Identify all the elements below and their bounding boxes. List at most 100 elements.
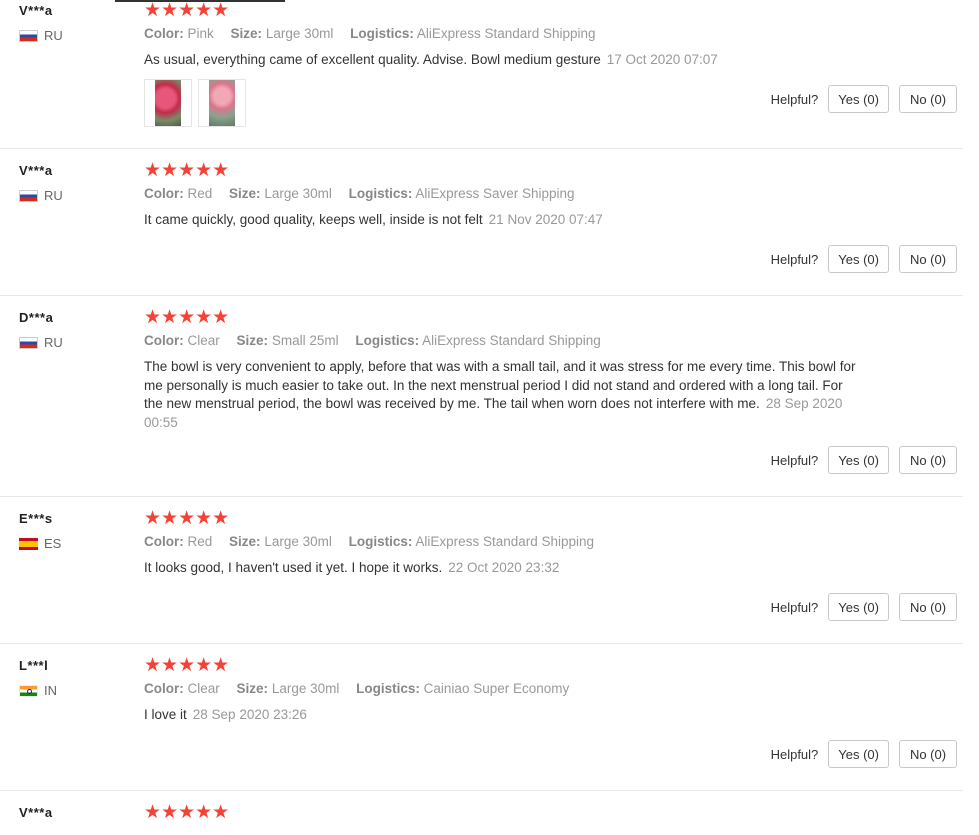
review-photo-thumbnail[interactable] (198, 79, 246, 127)
review-text: It looks good, I haven't used it yet. I … (144, 559, 856, 578)
size-value: Large 30ml (265, 26, 334, 41)
product-photo (209, 80, 235, 126)
logistics-value: AliExpress Saver Shipping (415, 186, 575, 201)
size-label: Size: (236, 333, 269, 348)
color-value: Clear (187, 333, 220, 348)
review-date: 22 Oct 2020 23:32 (448, 560, 560, 575)
reviewer-name: V***a (19, 163, 53, 178)
logistics-label: Logistics: (350, 26, 414, 41)
size-value: Large 30ml (271, 681, 340, 696)
size-label: Size: (229, 534, 261, 549)
reviewer-country: RU (19, 188, 63, 203)
product-photo (155, 80, 181, 126)
color-label: Color: (144, 534, 184, 549)
helpful-yes-button[interactable]: Yes (0) (828, 740, 889, 768)
color-value: Pink (187, 26, 214, 41)
reviewer-country: ES (19, 536, 61, 551)
country-code: IN (44, 683, 57, 698)
color-label: Color: (144, 26, 184, 41)
star-rating: ★★★★★ (144, 802, 230, 823)
color-value: Clear (187, 681, 220, 696)
size-value: Large 30ml (264, 186, 332, 201)
helpful-label: Helpful? (770, 452, 819, 468)
reviewer-name: V***a (19, 3, 53, 18)
reviewer-country: RU (19, 28, 63, 43)
review-item: V***a RU ★★★★★ Color: Red Size: Large 30… (0, 160, 963, 296)
star-rating: ★★★★★ (144, 0, 230, 21)
review-photo-thumbnail[interactable] (144, 79, 192, 127)
color-label: Color: (144, 333, 184, 348)
product-attributes: Color: Red Size: Large 30ml Logistics: A… (144, 186, 588, 201)
logistics-label: Logistics: (356, 681, 420, 696)
color-value: Red (187, 186, 213, 201)
helpful-no-button[interactable]: No (0) (899, 593, 957, 621)
logistics-value: AliExpress Standard Shipping (422, 333, 601, 348)
review-text: The bowl is very convenient to apply, be… (144, 358, 856, 432)
review-text: As usual, everything came of excellent q… (144, 51, 856, 70)
helpful-label: Helpful? (770, 599, 819, 615)
review-text: It came quickly, good quality, keeps wel… (144, 211, 856, 230)
russia-flag-icon (19, 29, 38, 42)
review-item: L***l IN ★★★★★ Color: Clear Size: Large … (0, 655, 963, 791)
helpful-yes-button[interactable]: Yes (0) (828, 85, 889, 113)
product-attributes: Color: Clear Size: Large 30ml Logistics:… (144, 681, 582, 696)
size-label: Size: (229, 186, 261, 201)
helpful-vote: Helpful? Yes (0) No (0) (771, 740, 957, 768)
review-photos (144, 79, 246, 127)
star-rating: ★★★★★ (144, 508, 230, 529)
reviewer-name: E***s (19, 511, 53, 526)
helpful-label: Helpful? (770, 251, 819, 267)
review-date: 28 Sep 2020 23:26 (192, 707, 307, 722)
size-label: Size: (236, 681, 269, 696)
helpful-vote: Helpful? Yes (0) No (0) (771, 245, 957, 273)
review-body: It looks good, I haven't used it yet. I … (144, 560, 443, 575)
reviewer-name: V***a (19, 805, 53, 820)
helpful-vote: Helpful? Yes (0) No (0) (771, 446, 957, 474)
reviewer-name: D***a (19, 310, 54, 325)
helpful-no-button[interactable]: No (0) (899, 85, 957, 113)
review-item: D***a RU ★★★★★ Color: Clear Size: Small … (0, 307, 963, 497)
russia-flag-icon (19, 336, 38, 349)
reviewer-name: L***l (19, 658, 49, 673)
review-body: I love it (144, 707, 187, 722)
review-date: 21 Nov 2020 07:47 (488, 212, 603, 227)
color-value: Red (187, 534, 213, 549)
review-item: V***a ★★★★★ (0, 802, 963, 835)
helpful-vote: Helpful? Yes (0) No (0) (771, 85, 957, 113)
reviewer-country: IN (19, 683, 57, 698)
color-label: Color: (144, 186, 184, 201)
country-code: RU (44, 28, 63, 43)
review-body: The bowl is very convenient to apply, be… (144, 359, 856, 411)
star-rating: ★★★★★ (144, 160, 230, 181)
country-code: RU (44, 188, 63, 203)
country-code: ES (44, 536, 62, 551)
size-value: Large 30ml (264, 534, 332, 549)
review-item: E***s ES ★★★★★ Color: Red Size: Large 30… (0, 508, 963, 644)
reviewer-country: RU (19, 335, 63, 350)
star-rating: ★★★★★ (144, 655, 230, 676)
color-label: Color: (144, 681, 184, 696)
country-code: RU (44, 335, 63, 350)
helpful-no-button[interactable]: No (0) (899, 245, 957, 273)
helpful-no-button[interactable]: No (0) (899, 446, 957, 474)
helpful-label: Helpful? (770, 91, 819, 107)
logistics-label: Logistics: (355, 333, 420, 348)
helpful-no-button[interactable]: No (0) (899, 740, 957, 768)
size-label: Size: (230, 26, 263, 41)
product-attributes: Color: Red Size: Large 30ml Logistics: A… (144, 534, 607, 549)
logistics-value: Cainiao Super Economy (423, 681, 570, 696)
size-value: Small 25ml (271, 333, 339, 348)
russia-flag-icon (19, 189, 38, 202)
review-body: As usual, everything came of excellent q… (144, 52, 601, 67)
spain-flag-icon (19, 537, 38, 550)
helpful-yes-button[interactable]: Yes (0) (828, 593, 889, 621)
review-text: I love it 28 Sep 2020 23:26 (144, 706, 856, 725)
helpful-yes-button[interactable]: Yes (0) (828, 446, 889, 474)
helpful-yes-button[interactable]: Yes (0) (828, 245, 889, 273)
product-attributes: Color: Pink Size: Large 30ml Logistics: … (144, 26, 609, 41)
india-flag-icon (19, 684, 38, 697)
review-item: V***a RU ★★★★★ Color: Pink Size: Large 3… (0, 0, 963, 149)
review-date: 17 Oct 2020 07:07 (606, 52, 718, 67)
logistics-value: AliExpress Standard Shipping (415, 534, 595, 549)
helpful-vote: Helpful? Yes (0) No (0) (771, 593, 957, 621)
